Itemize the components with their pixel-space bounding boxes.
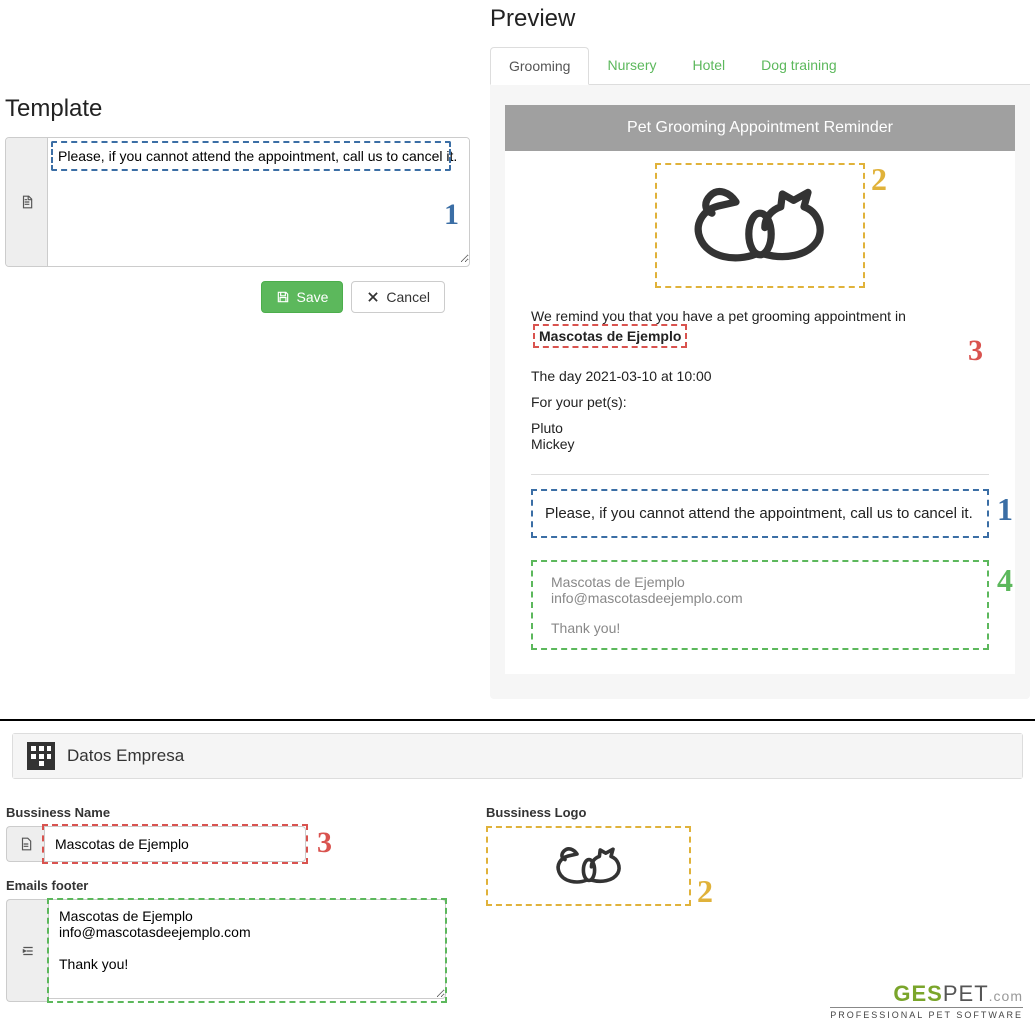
company-heading: Datos Empresa — [67, 746, 184, 766]
cancel-button[interactable]: Cancel — [351, 281, 445, 313]
pet-logo-icon — [680, 151, 840, 301]
company-panel: Datos Empresa — [12, 733, 1023, 779]
annotation-number-2-preview: 2 — [871, 161, 887, 198]
section-divider — [0, 719, 1035, 721]
brand-tagline: PROFESSIONAL PET SOFTWARE — [830, 1007, 1023, 1020]
footer-business-name: Mascotas de Ejemplo — [551, 574, 969, 590]
document-icon — [6, 826, 44, 862]
remind-prefix: We remind you that you have a pet groomi… — [531, 308, 906, 324]
brand-part-3: .com — [989, 988, 1023, 1004]
remind-line: We remind you that you have a pet groomi… — [531, 308, 989, 348]
annotation-number-3-preview: 3 — [968, 334, 983, 368]
document-icon — [6, 138, 48, 266]
emails-footer-textarea[interactable] — [48, 899, 446, 999]
for-pets-label: For your pet(s): — [531, 394, 989, 410]
annotation-number-1-preview: 1 — [997, 491, 1013, 528]
brand-part-1: GES — [893, 981, 942, 1006]
template-input-group: 1 — [5, 137, 470, 267]
business-name-label: Bussiness Name — [6, 805, 446, 820]
preview-pane: Pet Grooming Appointment Reminder 2 We r… — [490, 85, 1030, 699]
pet-name: Pluto — [531, 420, 989, 436]
preview-tabs: Grooming Nursery Hotel Dog training — [490, 47, 1030, 85]
tab-nursery[interactable]: Nursery — [589, 47, 674, 84]
email-footer-box: Mascotas de Ejemplo info@mascotasdeejemp… — [531, 560, 989, 650]
brand-footer: GESPET.com PROFESSIONAL PET SOFTWARE — [830, 981, 1023, 1020]
indent-icon — [6, 899, 48, 1002]
logo-box-preview: 2 — [655, 163, 865, 288]
annotation-number-1-template: 1 — [444, 198, 459, 232]
footer-email: info@mascotasdeejemplo.com — [551, 590, 969, 606]
annotation-number-2-company: 2 — [697, 873, 713, 910]
pet-logo-icon — [549, 791, 629, 941]
pet-name: Mickey — [531, 436, 989, 452]
template-heading: Template — [5, 95, 470, 123]
template-message-textarea[interactable] — [48, 138, 469, 263]
annotation-number-3-company: 3 — [317, 826, 332, 860]
divider — [531, 474, 989, 475]
preview-heading: Preview — [490, 5, 1030, 33]
business-name-highlight: Mascotas de Ejemplo — [533, 324, 687, 348]
cancel-button-label: Cancel — [386, 289, 430, 305]
save-icon — [276, 290, 290, 304]
business-name-input[interactable] — [44, 826, 306, 862]
annotation-number-4-preview: 4 — [997, 562, 1013, 599]
custom-message-box: Please, if you cannot attend the appoint… — [531, 489, 989, 538]
company-header: Datos Empresa — [13, 734, 1022, 778]
save-button[interactable]: Save — [261, 281, 343, 313]
close-icon — [366, 290, 380, 304]
date-line: The day 2021-03-10 at 10:00 — [531, 368, 989, 384]
footer-thanks: Thank you! — [551, 620, 969, 636]
building-icon — [27, 742, 55, 770]
tab-grooming[interactable]: Grooming — [490, 47, 589, 85]
logo-box-company[interactable]: 2 — [486, 826, 691, 906]
tab-dog-training[interactable]: Dog training — [743, 47, 855, 84]
tab-hotel[interactable]: Hotel — [674, 47, 743, 84]
brand-part-2: PET — [943, 981, 989, 1006]
emails-footer-label: Emails footer — [6, 878, 446, 893]
email-header: Pet Grooming Appointment Reminder — [505, 105, 1015, 151]
save-button-label: Save — [296, 289, 328, 305]
email-card: Pet Grooming Appointment Reminder 2 We r… — [505, 105, 1015, 674]
